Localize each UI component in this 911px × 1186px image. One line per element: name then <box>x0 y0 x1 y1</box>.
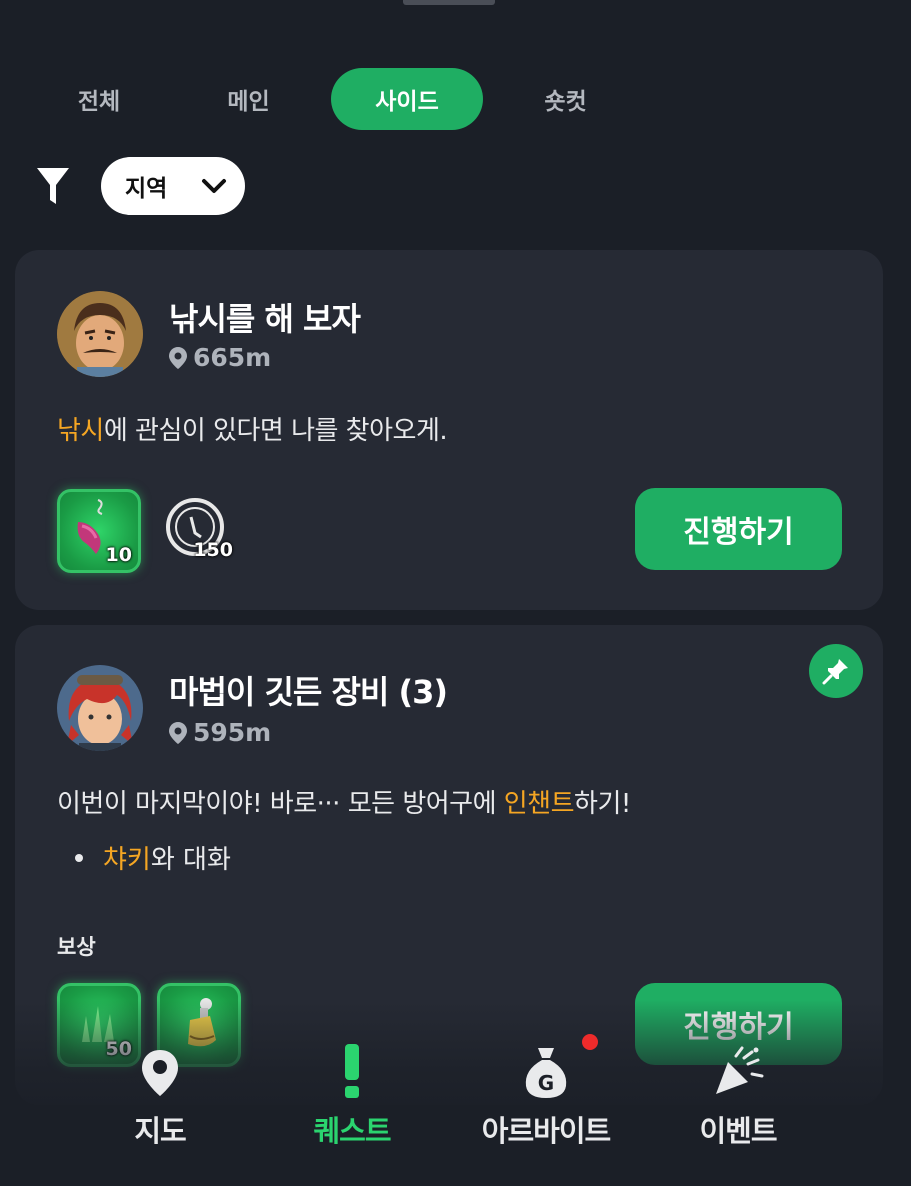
nav-event[interactable]: 이벤트 <box>648 1040 828 1150</box>
reward-item[interactable]: 150 <box>157 489 235 567</box>
quest-description: 이번이 마지막이야! 바로··· 모든 방어구에 인챈트하기! <box>57 783 631 820</box>
tab-side[interactable]: 사이드 <box>331 68 483 130</box>
nav-label: 이벤트 <box>699 1114 777 1148</box>
npc-avatar <box>57 665 143 751</box>
red-hair-boy-portrait-icon <box>57 665 143 751</box>
location-pin-icon <box>169 721 187 744</box>
nav-part-time[interactable]: G 아르바이트 <box>456 1040 636 1150</box>
description-text: 이번이 마지막이야! 바로··· 모든 방어구에 <box>57 789 504 819</box>
party-popper-icon <box>716 1046 764 1094</box>
filter-icon[interactable] <box>36 166 70 206</box>
reward-count: 10 <box>105 544 132 566</box>
tab-main[interactable]: 메인 <box>190 68 307 130</box>
notification-badge <box>582 1034 598 1050</box>
region-dropdown-label: 지역 <box>125 176 168 202</box>
mustache-man-portrait-icon <box>57 291 143 377</box>
pin-button[interactable] <box>809 644 863 698</box>
quest-title: 마법이 깃든 장비 (3) <box>169 673 448 711</box>
sheet-handle[interactable] <box>403 0 495 5</box>
proceed-button[interactable]: 진행하기 <box>635 488 842 570</box>
quest-distance: 595m <box>169 718 271 747</box>
bottom-nav: 지도 퀘스트 G 아르바이트 이벤트 <box>0 1034 911 1186</box>
category-tabs: 전체 메인 사이드 숏컷 <box>46 68 646 130</box>
nav-map[interactable]: 지도 <box>70 1040 250 1150</box>
quest-description: 낚시에 관심이 있다면 나를 찾아오게. <box>57 410 448 447</box>
region-dropdown[interactable]: 지역 <box>101 157 245 215</box>
chevron-down-icon <box>202 179 226 193</box>
quest-distance-value: 595m <box>193 718 272 747</box>
bullet-dot <box>75 853 83 862</box>
nav-label: 지도 <box>134 1114 186 1148</box>
money-bag-icon: G <box>525 1048 567 1098</box>
location-pin-icon <box>169 346 187 369</box>
objective-text: 와 대화 <box>150 845 231 875</box>
nav-label: 퀘스트 <box>313 1114 391 1148</box>
npc-avatar <box>57 291 143 377</box>
pin-icon <box>822 659 848 685</box>
keyword-highlight: 챠키 <box>103 845 151 875</box>
quest-objective: 챠키 와 대화 <box>75 839 231 876</box>
description-text: 에 관심이 있다면 나를 찾아오게. <box>103 416 448 446</box>
reward-count: 150 <box>193 539 233 561</box>
svg-text:G: G <box>538 1071 554 1095</box>
keyword-highlight: 인챈트 <box>503 789 575 819</box>
exclamation-icon <box>345 1044 359 1098</box>
quest-distance: 665m <box>169 343 271 372</box>
map-pin-icon <box>142 1050 178 1096</box>
keyword-highlight: 낚시 <box>57 416 104 446</box>
description-text: 하기! <box>574 789 631 819</box>
reward-item[interactable]: 10 <box>57 489 141 573</box>
nav-quest[interactable]: 퀘스트 <box>262 1040 442 1150</box>
tab-shortcut[interactable]: 숏컷 <box>503 68 628 130</box>
reward-label: 보상 <box>57 935 96 959</box>
quest-distance-value: 665m <box>193 343 272 372</box>
nav-label: 아르바이트 <box>481 1114 611 1148</box>
tab-all[interactable]: 전체 <box>46 68 152 130</box>
quest-card[interactable]: 낚시를 해 보자 665m 낚시에 관심이 있다면 나를 찾아오게. 10 15… <box>15 250 883 610</box>
quest-title: 낚시를 해 보자 <box>169 300 361 338</box>
